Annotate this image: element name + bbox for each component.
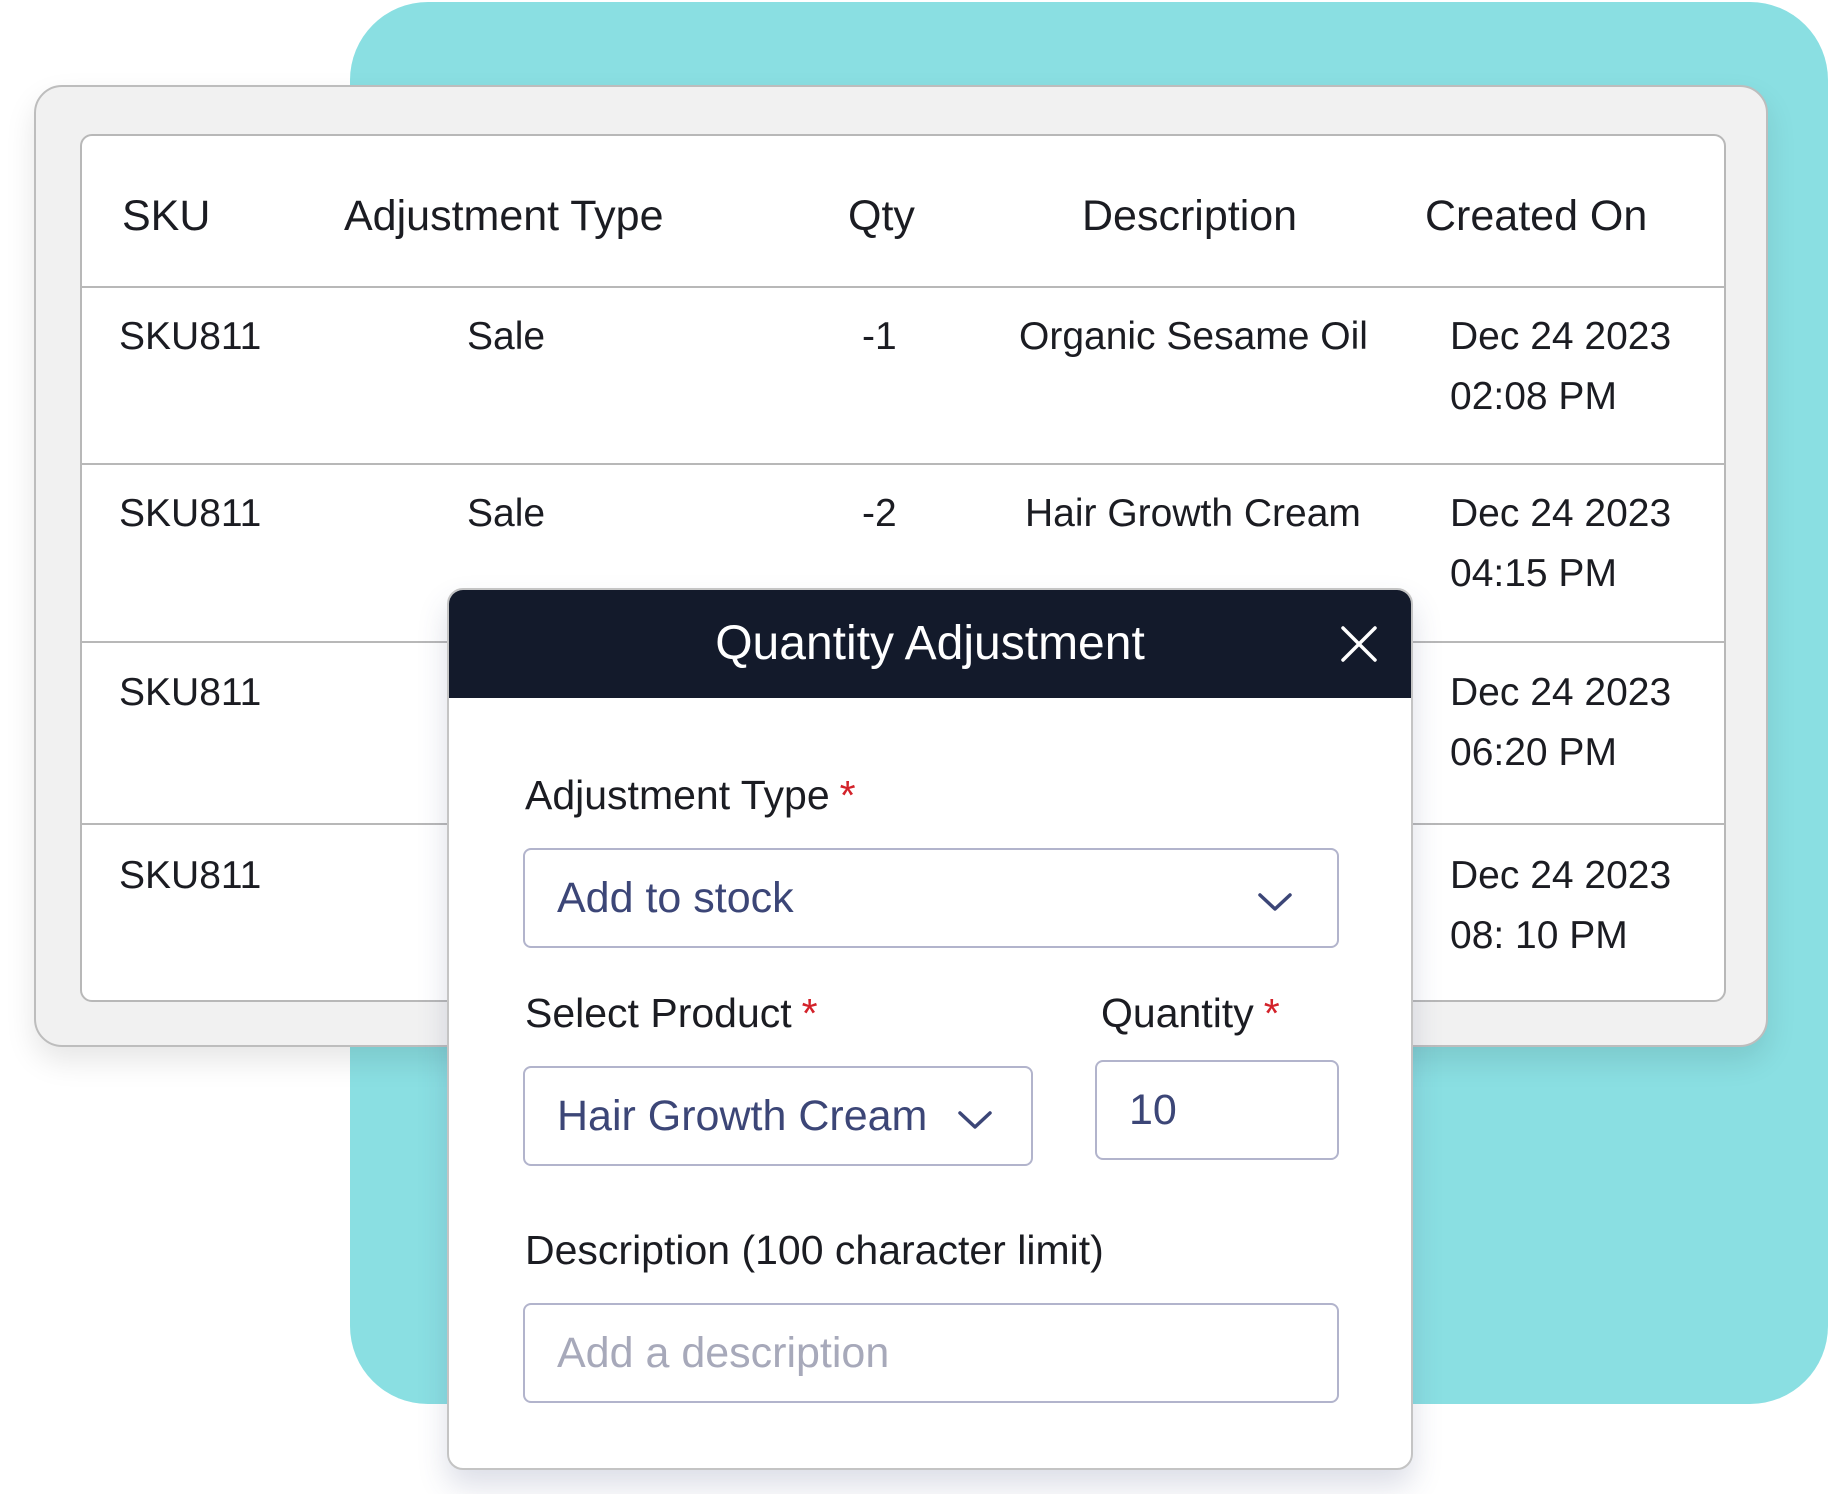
- quantity-adjustment-modal: Quantity Adjustment Adjustment Type * Add…: [447, 588, 1413, 1470]
- select-product-value: Hair Growth Cream: [557, 1092, 928, 1140]
- cell-sku: SKU811: [119, 671, 262, 714]
- description-input[interactable]: Add a description: [523, 1303, 1339, 1403]
- select-product-label-text: Select Product: [525, 990, 792, 1036]
- column-header-created-on[interactable]: Created On: [1425, 192, 1647, 241]
- cell-description: Organic Sesame Oil: [1019, 315, 1368, 358]
- cell-sku: SKU811: [119, 854, 262, 897]
- stage: SKU Adjustment Type Qty Description Crea…: [0, 0, 1830, 1494]
- cell-created-on: Dec 24 2023 06:20 PM: [1450, 671, 1672, 774]
- quantity-input[interactable]: 10: [1095, 1060, 1339, 1160]
- cell-created-on: Dec 24 2023 08: 10 PM: [1450, 854, 1672, 957]
- required-marker: *: [1263, 990, 1280, 1036]
- quantity-label: Quantity *: [1101, 990, 1280, 1037]
- cell-qty: -2: [862, 492, 897, 535]
- cell-created-on: Dec 24 2023 04:15 PM: [1450, 492, 1672, 595]
- cell-adjustment-type: Sale: [467, 492, 546, 535]
- description-placeholder: Add a description: [557, 1329, 890, 1377]
- quantity-label-text: Quantity: [1101, 990, 1254, 1036]
- select-product-label: Select Product *: [525, 990, 818, 1037]
- table-header: SKU Adjustment Type Qty Description Crea…: [82, 136, 1724, 288]
- close-icon: [1341, 626, 1377, 662]
- cell-qty: -1: [862, 315, 897, 358]
- chevron-down-icon: [958, 1111, 992, 1129]
- column-header-description[interactable]: Description: [1082, 192, 1297, 241]
- cell-sku: SKU811: [119, 315, 262, 358]
- cell-description: Hair Growth Cream: [1025, 492, 1361, 535]
- select-product-dropdown[interactable]: Hair Growth Cream: [523, 1066, 1033, 1166]
- column-header-sku[interactable]: SKU: [122, 192, 210, 241]
- quantity-value: 10: [1129, 1086, 1177, 1134]
- adjustment-type-label: Adjustment Type *: [525, 772, 856, 819]
- close-button[interactable]: [1337, 622, 1381, 666]
- adjustment-type-select[interactable]: Add to stock: [523, 848, 1339, 948]
- column-header-adjustment-type[interactable]: Adjustment Type: [344, 192, 664, 241]
- required-marker: *: [839, 772, 856, 818]
- chevron-down-icon: [1258, 893, 1292, 911]
- column-header-qty[interactable]: Qty: [848, 192, 915, 241]
- required-marker: *: [801, 990, 818, 1036]
- modal-title: Quantity Adjustment: [715, 617, 1145, 670]
- table-row[interactable]: SKU811 Sale -1 Organic Sesame Oil Dec 24…: [82, 288, 1724, 465]
- adjustment-type-value: Add to stock: [557, 874, 794, 922]
- cell-sku: SKU811: [119, 492, 262, 535]
- description-label: Description (100 character limit): [525, 1227, 1104, 1273]
- adjustment-type-label-text: Adjustment Type: [525, 772, 830, 818]
- cell-adjustment-type: Sale: [467, 315, 546, 358]
- cell-created-on: Dec 24 2023 02:08 PM: [1450, 315, 1672, 418]
